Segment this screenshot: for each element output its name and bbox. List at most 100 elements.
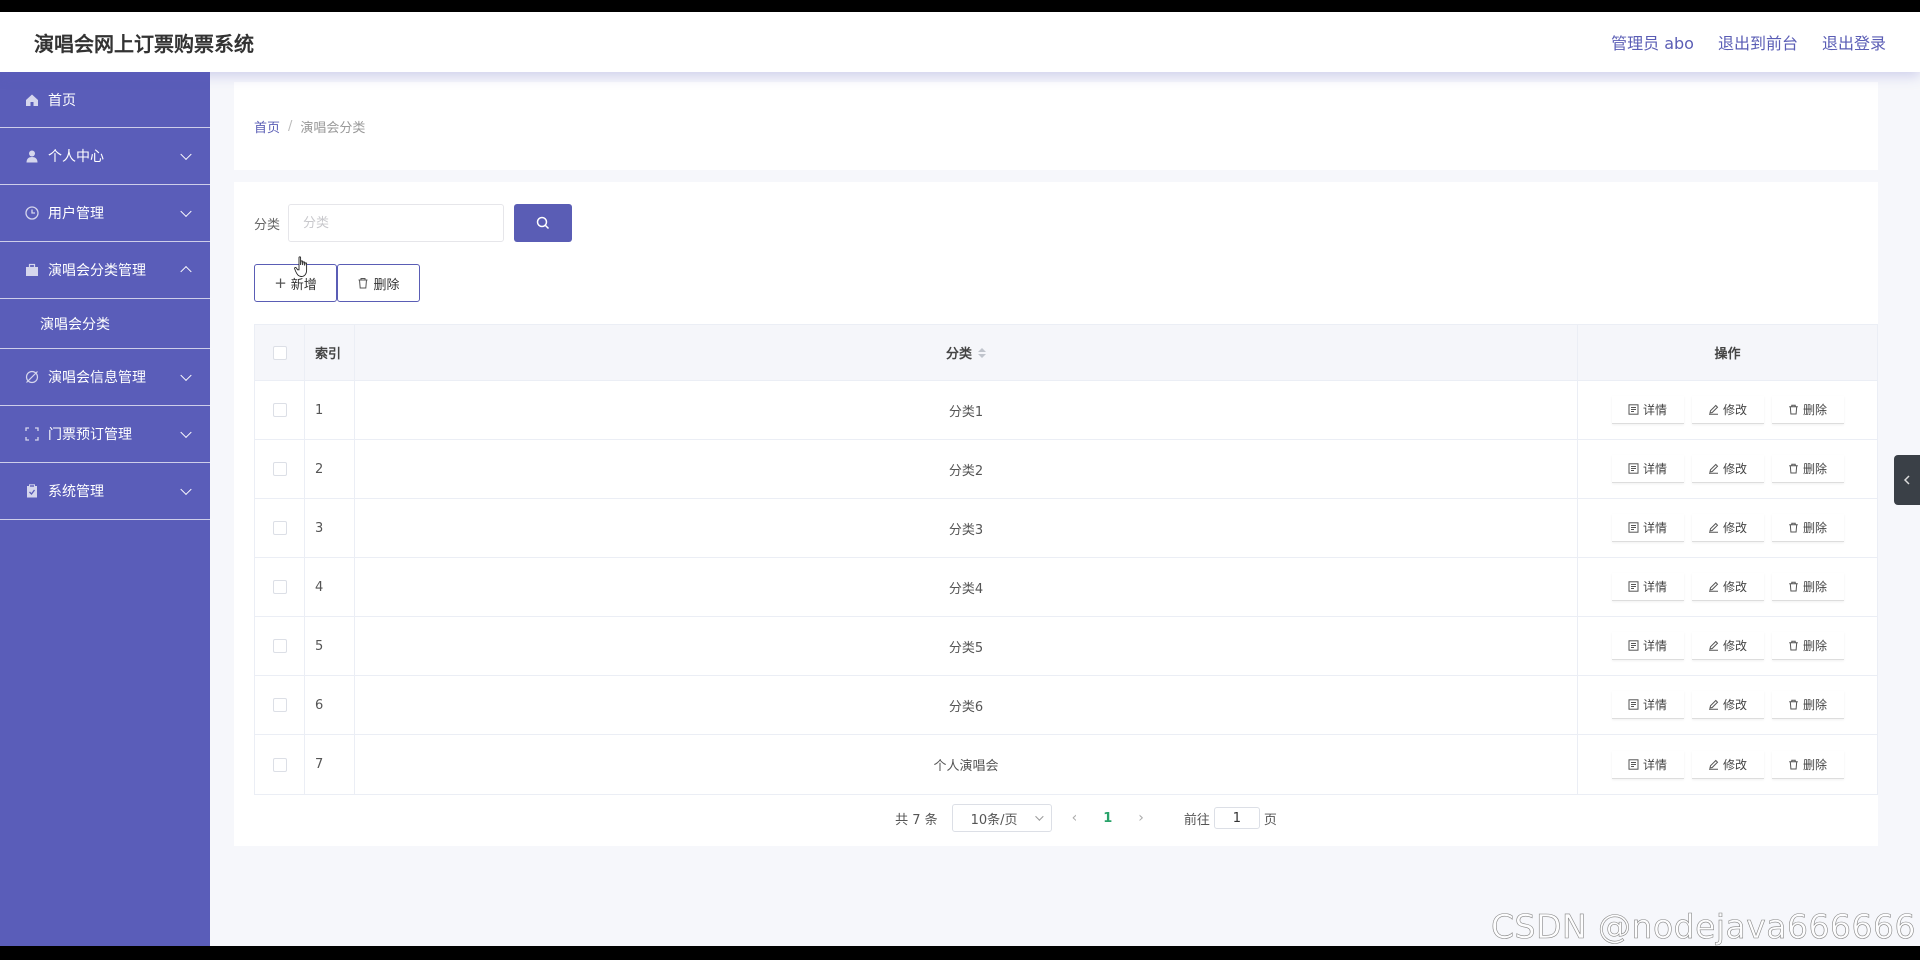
row-delete-button[interactable]: 删除 — [1771, 396, 1844, 424]
row-delete-button[interactable]: 删除 — [1771, 573, 1844, 601]
row-checkbox[interactable] — [272, 403, 287, 417]
row-detail-button[interactable]: 详情 — [1611, 750, 1684, 779]
exit-to-frontend-link[interactable]: 退出到前台 — [1718, 30, 1798, 54]
row-checkbox-cell — [255, 381, 305, 439]
row-edit-button[interactable]: 修改 — [1691, 632, 1764, 660]
row-checkbox[interactable] — [272, 462, 287, 476]
row-ops: 详情 修改 删除 — [1578, 735, 1877, 794]
sidebar-item-label: 门票预订管理 — [48, 427, 132, 443]
row-index: 4 — [305, 558, 355, 616]
frame-icon — [24, 426, 40, 442]
select-all-checkbox[interactable] — [272, 345, 287, 360]
row-delete-button[interactable]: 删除 — [1771, 750, 1844, 779]
sidebar-subitem-concert-category[interactable]: 演唱会分类 — [0, 299, 210, 349]
search-button[interactable] — [514, 204, 573, 242]
row-detail-button[interactable]: 详情 — [1611, 632, 1684, 660]
document-icon — [1628, 640, 1639, 651]
chevron-down-icon — [180, 483, 192, 496]
row-checkbox[interactable] — [272, 639, 287, 653]
document-icon — [1628, 522, 1639, 533]
prev-page-button[interactable]: ‹ — [1066, 810, 1084, 826]
chevron-down-icon — [180, 205, 192, 218]
table-body: 1 分类1 详情 修改 删除 2 分类2 详情 修改 删除 3 分类3 详情 修… — [255, 381, 1877, 794]
trash-icon — [1788, 404, 1799, 415]
sidebar-item-label: 个人中心 — [48, 149, 104, 165]
sort-icon[interactable] — [978, 347, 986, 358]
side-collapse-tab[interactable] — [1894, 455, 1920, 505]
row-index: 5 — [305, 617, 355, 675]
row-detail-button[interactable]: 详情 — [1611, 691, 1684, 719]
table-row: 6 分类6 详情 修改 删除 — [255, 676, 1877, 735]
row-edit-button[interactable]: 修改 — [1691, 396, 1764, 424]
edit-icon — [1708, 404, 1719, 415]
batch-delete-button[interactable]: 删除 — [337, 264, 420, 302]
row-edit-button[interactable]: 修改 — [1691, 573, 1764, 601]
edit-icon — [1708, 522, 1719, 533]
row-category: 分类2 — [355, 440, 1578, 498]
row-ops: 详情 修改 删除 — [1578, 440, 1877, 498]
breadcrumb-current: 演唱会分类 — [300, 120, 366, 136]
header-category[interactable]: 分类 — [355, 325, 1578, 380]
briefcase-icon — [24, 262, 40, 278]
edit-icon — [1708, 463, 1719, 474]
admin-user-link[interactable]: 管理员 abo — [1611, 30, 1694, 54]
trash-icon — [1788, 640, 1799, 651]
sidebar-item-personal-center[interactable]: 个人中心 — [0, 128, 210, 185]
table-row: 3 分类3 详情 修改 删除 — [255, 499, 1877, 558]
row-checkbox[interactable] — [272, 698, 287, 712]
home-icon — [24, 92, 40, 108]
row-detail-button[interactable]: 详情 — [1611, 455, 1684, 483]
row-delete-button[interactable]: 删除 — [1771, 691, 1844, 719]
row-detail-label: 详情 — [1642, 403, 1667, 417]
row-detail-label: 详情 — [1642, 462, 1667, 476]
row-delete-label: 删除 — [1802, 757, 1827, 772]
sidebar-item-system-management[interactable]: 系统管理 — [0, 463, 210, 520]
table-row: 1 分类1 详情 修改 删除 — [255, 381, 1877, 440]
row-delete-button[interactable]: 删除 — [1771, 455, 1844, 483]
sidebar-item-concert-category-management[interactable]: 演唱会分类管理 — [0, 242, 210, 299]
row-checkbox[interactable] — [272, 580, 287, 594]
row-edit-button[interactable]: 修改 — [1691, 455, 1764, 483]
breadcrumb-separator: / — [288, 118, 293, 134]
row-checkbox[interactable] — [272, 757, 287, 772]
page-number-current[interactable]: 1 — [1097, 811, 1118, 826]
category-search-input[interactable] — [288, 204, 505, 242]
row-detail-button[interactable]: 详情 — [1611, 514, 1684, 542]
goto-page-input[interactable] — [1213, 807, 1260, 829]
search-icon — [536, 216, 550, 230]
page-size-select[interactable]: 10条/页 — [951, 804, 1052, 832]
row-category: 分类5 — [355, 617, 1578, 675]
row-delete-label: 删除 — [1802, 580, 1827, 594]
row-edit-label: 修改 — [1722, 521, 1747, 535]
row-detail-button[interactable]: 详情 — [1611, 396, 1684, 424]
plus-icon: + — [274, 274, 287, 292]
row-detail-label: 详情 — [1642, 698, 1667, 712]
row-delete-button[interactable]: 删除 — [1771, 514, 1844, 542]
sidebar-item-home[interactable]: 首页 — [0, 72, 210, 128]
row-edit-button[interactable]: 修改 — [1691, 750, 1764, 779]
sidebar-item-label: 系统管理 — [48, 484, 104, 500]
sidebar-item-concert-info-management[interactable]: 演唱会信息管理 — [0, 349, 210, 406]
content-card: 分类 + 新增 删除 索引 分类 — [234, 182, 1878, 846]
trash-icon — [1788, 463, 1799, 474]
row-edit-button[interactable]: 修改 — [1691, 691, 1764, 719]
row-detail-label: 详情 — [1642, 757, 1667, 772]
next-page-button[interactable]: › — [1132, 810, 1150, 826]
breadcrumb-home[interactable]: 首页 — [254, 117, 280, 136]
row-checkbox[interactable] — [272, 521, 287, 535]
chevron-down-icon — [180, 426, 192, 439]
row-checkbox-cell — [255, 617, 305, 675]
row-detail-button[interactable]: 详情 — [1611, 573, 1684, 601]
row-edit-label: 修改 — [1722, 580, 1747, 594]
row-category: 分类4 — [355, 558, 1578, 616]
edit-icon — [1708, 640, 1719, 651]
sidebar-item-user-management[interactable]: 用户管理 — [0, 185, 210, 242]
row-edit-button[interactable]: 修改 — [1691, 514, 1764, 542]
goto-suffix: 页 — [1263, 812, 1277, 828]
pagination: 共 7 条 10条/页 ‹ 1 › 前往 页 — [234, 804, 1878, 832]
logout-link[interactable]: 退出登录 — [1822, 30, 1886, 54]
row-delete-button[interactable]: 删除 — [1771, 632, 1844, 660]
document-icon — [1628, 699, 1639, 710]
sidebar-item-ticket-booking-management[interactable]: 门票预订管理 — [0, 406, 210, 463]
row-ops: 详情 修改 删除 — [1578, 499, 1877, 557]
